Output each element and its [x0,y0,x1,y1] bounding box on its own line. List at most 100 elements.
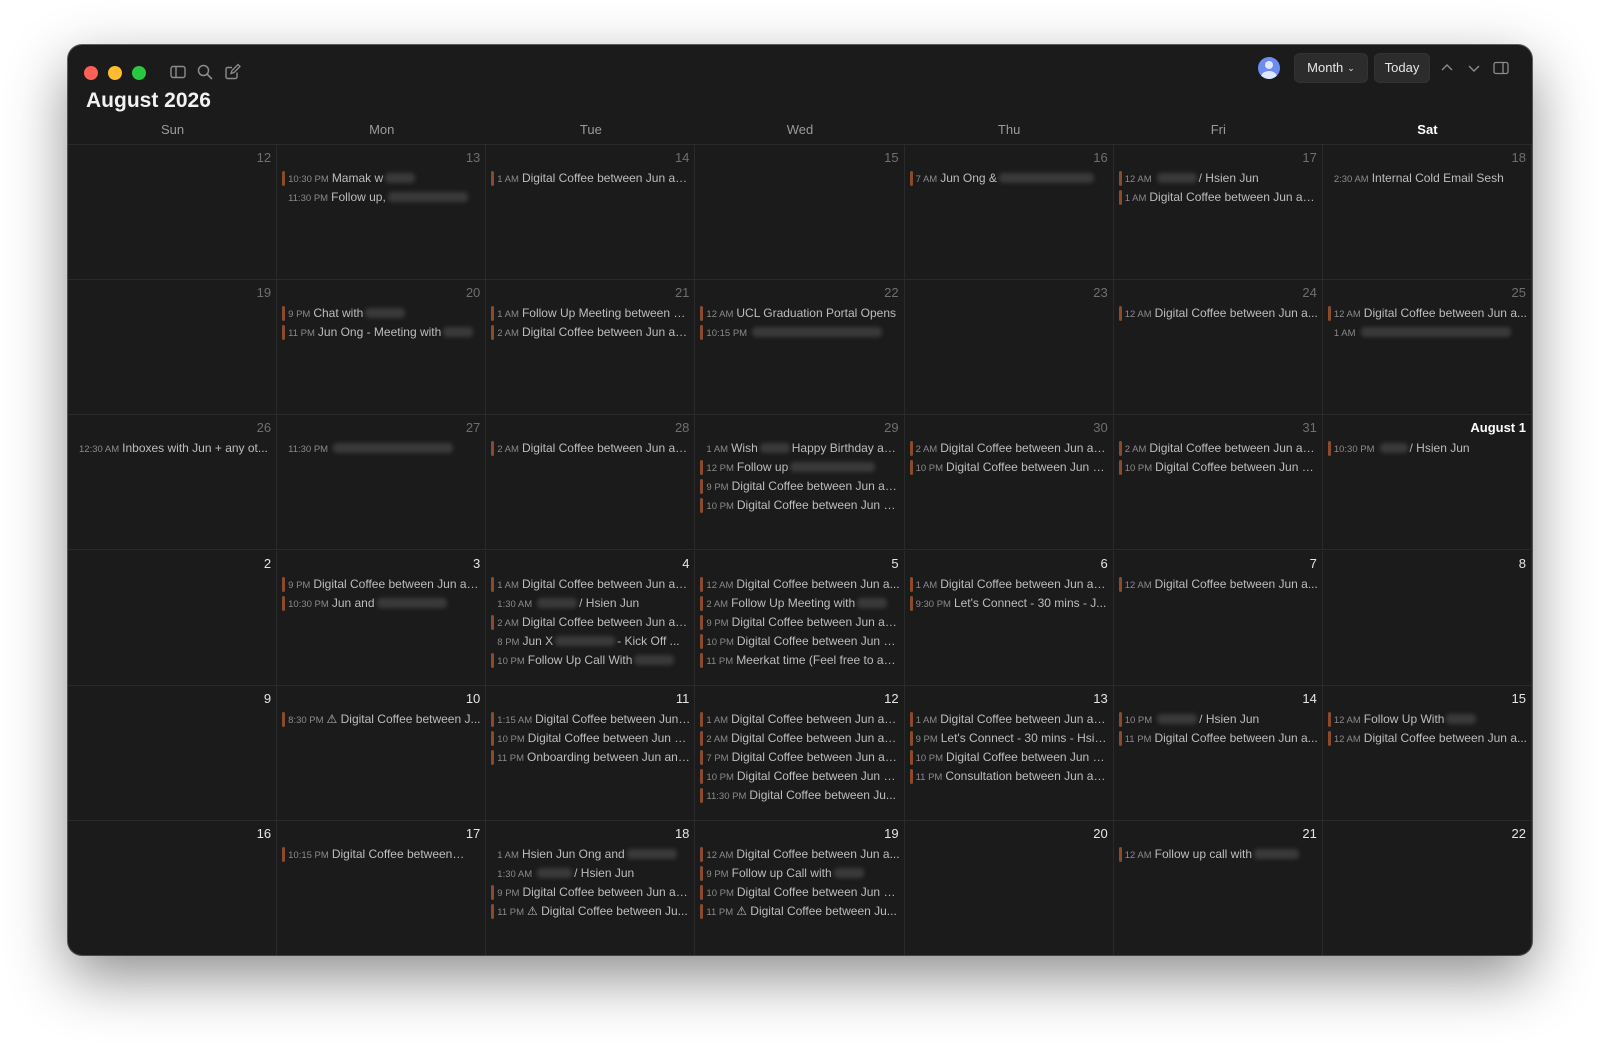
calendar-event[interactable]: 11:30 PM Digital Coffee between Ju... [699,786,899,805]
calendar-event[interactable]: 11 PM Meerkat time (Feel free to adj... [699,651,900,670]
calendar-event[interactable]: 12 AM Digital Coffee between Jun a... [1327,729,1527,748]
calendar-event[interactable]: 11 PM ⚠ Digital Coffee between Ju... [490,902,690,921]
day-cell[interactable]: 19 [68,280,278,416]
calendar-event[interactable]: 1 AM Follow Up Meeting between Ju... [490,304,690,323]
day-cell[interactable]: 17 10:15 PM Digital Coffee between [277,820,487,955]
calendar-event[interactable]: 9 PM Digital Coffee between Jun an... [699,613,900,632]
calendar-event[interactable]: 1 AM Digital Coffee between Jun an... [490,169,690,188]
day-cell[interactable]: 15 [695,145,905,281]
day-cell[interactable]: 14 10 PM / Hsien Jun 11 PM Digital Coffee be… [1113,685,1323,821]
day-cell[interactable]: 41 AM Digital Coffee between Jun an... 1:3… [486,550,696,686]
calendar-event[interactable]: 1 AM Digital Coffee between Jun an... [699,710,900,729]
calendar-event[interactable]: 11 PM Jun Ong - Meeting with [281,323,481,342]
calendar-event[interactable]: 9 PM Follow up Call with [699,864,899,883]
calendar-event[interactable]: 12 AM Digital Coffee between Jun a... [1118,575,1318,594]
calendar-event[interactable]: 10 PM Digital Coffee between Jun a... [909,458,1109,477]
day-cell[interactable]: 20 [904,820,1114,955]
day-cell[interactable]: 9 [68,685,278,821]
calendar-event[interactable]: 2 AM Digital Coffee between Jun an... [909,439,1109,458]
calendar-event[interactable]: 10 PM / Hsien Jun [1118,710,1318,729]
calendar-event[interactable]: 10:15 PM Digital Coffee between [281,845,481,864]
calendar-event[interactable]: 11 PM Onboarding between Jun and... [490,748,690,767]
calendar-event[interactable]: 2 AM Digital Coffee between Jun an... [1118,439,1318,458]
calendar-event[interactable]: 7 PM Digital Coffee between Jun an... [699,748,900,767]
calendar-event[interactable]: 1:30 AM / Hsien Jun [490,864,690,883]
calendar-event[interactable]: 10 PM Digital Coffee between Jun a... [699,767,900,786]
calendar-event[interactable]: 1:15 AM Digital Coffee between Jun ... [490,710,690,729]
today-button[interactable]: Today [1374,53,1430,83]
day-cell[interactable]: 26 12:30 AM Inboxes with Jun + any ot... [68,415,278,551]
calendar-event[interactable]: 11:30 PM [281,439,481,458]
calendar-event[interactable]: 2 AM Digital Coffee between Jun an... [490,439,690,458]
day-cell[interactable]: 28 2 AM Digital Coffee between Jun an... [486,415,696,551]
day-cell[interactable]: 19 12 AM Digital Coffee between Jun a... 9 … [695,820,905,955]
day-cell[interactable]: 16 [68,820,278,955]
day-cell[interactable]: 12 [68,145,278,281]
search-icon[interactable] [195,62,215,82]
day-cell[interactable]: August 1 10:30 PM / Hsien Jun [1322,415,1532,551]
calendar-event[interactable]: 10 PM Digital Coffee between Jun a... [699,496,900,515]
day-cell[interactable]: 24 12 AM Digital Coffee between Jun a... [1113,280,1323,416]
day-cell[interactable]: 61 AM Digital Coffee between Jun an... 9:3… [904,550,1114,686]
close-window-button[interactable] [84,66,98,80]
calendar-event[interactable]: 12 AM Digital Coffee between Jun a... [699,575,900,594]
calendar-event[interactable]: 1 AM [1327,323,1527,342]
day-cell[interactable]: 18 1 AM Hsien Jun Ong and 1:30 AM / Hsien Ju… [486,820,696,955]
day-cell[interactable]: 13 1 AM Digital Coffee between Jun an... 9 … [904,685,1114,821]
calendar-event[interactable]: 9 PM Digital Coffee between Jun an... [490,883,690,902]
zoom-window-button[interactable] [132,66,146,80]
calendar-event[interactable]: 10:30 PM Jun and [281,594,481,613]
day-cell[interactable]: 14 1 AM Digital Coffee between Jun an... [486,145,696,281]
day-cell[interactable]: 5 12 AM Digital Coffee between Jun a... 2 A… [695,550,905,686]
day-cell[interactable]: 21 1 AM Follow Up Meeting between Ju... 2 A… [486,280,696,416]
day-cell[interactable]: 2 [68,550,278,686]
calendar-event[interactable]: 12 AM Follow up call with [1118,845,1318,864]
calendar-event[interactable]: 8 PM Jun X - Kick Off ... [490,632,690,651]
calendar-event[interactable]: 10:30 PM Mamak w [281,169,481,188]
calendar-event[interactable]: 11:30 PM Follow up, [281,188,481,207]
calendar-event[interactable]: 12 AM Digital Coffee between Jun a... [1118,304,1318,323]
day-cell[interactable]: 16 7 AM Jun Ong & [904,145,1114,281]
compose-icon[interactable] [222,62,242,82]
calendar-event[interactable]: 11 PM ⚠ Digital Coffee between Ju... [699,902,899,921]
calendar-event[interactable]: 10:15 PM [699,323,899,342]
calendar-event[interactable]: 10:30 PM / Hsien Jun [1327,439,1527,458]
calendar-event[interactable]: 10 PM Digital Coffee between Jun a... [1118,458,1318,477]
day-cell[interactable]: 25 12 AM Digital Coffee between Jun a... 1 … [1322,280,1532,416]
day-cell[interactable]: 12 1 AM Digital Coffee between Jun an... 2 … [695,685,905,821]
day-cell[interactable]: 20 9 PM Chat with 11 PM Jun Ong - Meeting wi… [277,280,487,416]
minimize-window-button[interactable] [108,66,122,80]
calendar-event[interactable]: 12 PM Follow up [699,458,899,477]
calendar-event[interactable]: 1 AM Wish Happy Birthday an... [699,439,899,458]
day-cell[interactable]: 29 1 AM Wish Happy Birthday an... 12 PM Follo… [695,415,905,551]
calendar-event[interactable]: 10 PM Digital Coffee between Jun a... [490,729,690,748]
inspector-toggle-icon[interactable] [1492,59,1510,77]
calendar-event[interactable]: 12 AM Digital Coffee between Jun a... [699,845,900,864]
calendar-event[interactable]: 1 AM Hsien Jun Ong and [490,845,690,864]
day-cell[interactable]: 11 1:15 AM Digital Coffee between Jun ... 1… [486,685,696,821]
day-cell[interactable]: 7 12 AM Digital Coffee between Jun a... [1113,550,1323,686]
calendar-event[interactable]: 1 AM Digital Coffee between Jun an... [1118,188,1318,207]
calendar-event[interactable]: 9 PM Chat with [281,304,481,323]
calendar-event[interactable]: 9 PM Let's Connect - 30 mins - Hsie... [909,729,1109,748]
calendar-event[interactable]: 2 AM Digital Coffee between Jun an... [490,323,690,342]
day-cell[interactable]: 15 12 AM Follow Up With 12 AM Digital Coffee… [1322,685,1532,821]
calendar-event[interactable]: 12 AM UCL Graduation Portal Opens [699,304,899,323]
day-cell[interactable]: 39 PM Digital Coffee between Jun an... 10:… [277,550,487,686]
next-month-icon[interactable] [1465,59,1483,77]
calendar-event[interactable]: 2 AM Digital Coffee between Jun an... [699,729,900,748]
calendar-event[interactable]: 1 AM Digital Coffee between Jun an... [490,575,690,594]
calendar-event[interactable]: 11 PM Digital Coffee between Jun a... [1118,729,1318,748]
calendar-event[interactable]: 2 AM Digital Coffee between Jun an... [490,613,690,632]
previous-month-icon[interactable] [1438,59,1456,77]
calendar-event[interactable]: 9:30 PM Let's Connect - 30 mins - J... [909,594,1109,613]
calendar-event[interactable]: 1 AM Digital Coffee between Jun an... [909,710,1109,729]
view-mode-dropdown[interactable]: Month ⌄ [1294,53,1368,83]
sidebar-toggle-icon[interactable] [168,62,188,82]
day-cell[interactable]: 18 2:30 AM Internal Cold Email Sesh [1322,145,1532,281]
day-cell[interactable]: 21 12 AM Follow up call with [1113,820,1323,955]
calendar-event[interactable]: 12 AM Follow Up With [1327,710,1527,729]
day-cell[interactable]: 30 2 AM Digital Coffee between Jun an... 10… [904,415,1114,551]
day-cell[interactable]: 22 12 AM UCL Graduation Portal Opens 10:15 … [695,280,905,416]
day-cell[interactable]: 8 [1322,550,1532,686]
